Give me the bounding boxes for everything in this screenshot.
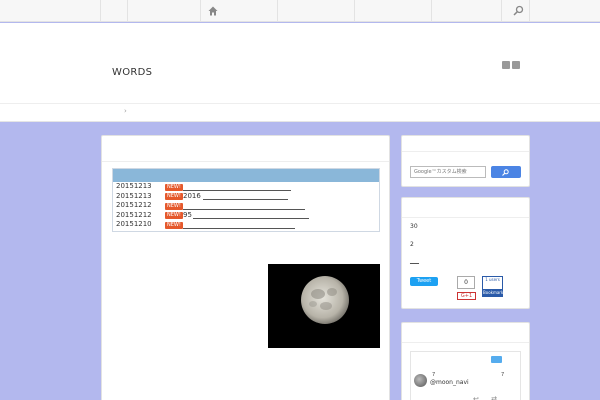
nav-item-4[interactable] <box>354 0 431 22</box>
main-content-card: 20151213 NEW! 20151213 NEW! 2016 2015121… <box>101 135 390 400</box>
avatar[interactable] <box>414 374 427 387</box>
widget-link[interactable]: ___ <box>410 257 419 264</box>
news-date: 20151212 <box>116 201 152 210</box>
news-item[interactable]: 20151212 NEW! <box>113 201 379 211</box>
news-item[interactable]: 20151210 NEW! <box>113 220 379 230</box>
breadcrumb: › <box>0 103 600 122</box>
news-link-underline[interactable] <box>183 189 291 191</box>
twitter-widget-header <box>402 323 529 343</box>
news-item[interactable]: 20151213 NEW! 2016 <box>113 192 379 202</box>
hatena-label: Bookmark <box>483 289 504 296</box>
news-link-underline[interactable] <box>203 199 288 201</box>
tweet-meta: 7 <box>501 372 505 378</box>
twitter-icon[interactable] <box>512 61 520 69</box>
news-date: 20151213 <box>116 182 152 190</box>
twitter-timeline: 7 7 @moon_navi ↩ ⇄ ♥ <box>410 351 521 400</box>
nav-item-5[interactable] <box>431 0 501 22</box>
hatena-count: 1 users <box>485 277 500 282</box>
profile-widget: 30 2 ___ Tweet 0 G+1 1 users Bookmark <box>401 197 530 309</box>
nav-item-1[interactable] <box>127 0 200 22</box>
twitter-bird-icon[interactable] <box>491 356 502 363</box>
share-count: 0 <box>457 276 475 289</box>
news-link-underline[interactable] <box>193 218 309 220</box>
rss-icon[interactable] <box>502 61 510 69</box>
news-item[interactable]: 20151212 NEW! 95 <box>113 211 379 221</box>
moon-photo[interactable] <box>268 264 380 348</box>
site-title[interactable]: WORDS <box>112 67 152 78</box>
twitter-widget: 7 7 @moon_navi ↩ ⇄ ♥ <box>401 322 530 400</box>
tweet-button[interactable]: Tweet <box>410 277 438 286</box>
nav-item-2[interactable] <box>200 0 277 22</box>
top-nav <box>0 0 600 22</box>
search-widget: Google™カスタム検索 <box>401 135 530 187</box>
widget-text: 2 <box>410 241 414 248</box>
nav-home-cell[interactable] <box>100 0 218 22</box>
news-item[interactable]: 20151213 NEW! <box>113 182 379 192</box>
search-icon <box>502 169 509 176</box>
tweet-actions[interactable]: ↩ ⇄ ♥ <box>473 395 520 400</box>
site-header: WORDS <box>0 23 600 103</box>
gplus-button[interactable]: G+1 <box>457 292 476 300</box>
tweet-meta: 7 <box>432 372 436 378</box>
hatena-bookmark-button[interactable]: 1 users Bookmark <box>482 276 503 297</box>
profile-widget-header <box>402 198 529 218</box>
new-badge: NEW! <box>165 212 183 220</box>
new-badge: NEW! <box>165 183 183 191</box>
search-button[interactable] <box>491 166 521 178</box>
news-title[interactable]: 95 <box>183 211 192 221</box>
news-list-header <box>113 169 379 182</box>
nav-item-3[interactable] <box>277 0 354 22</box>
search-icon[interactable] <box>513 5 524 16</box>
search-widget-header <box>402 136 529 152</box>
tweet-username[interactable]: @moon_navi <box>430 379 469 386</box>
news-date: 20151213 <box>116 191 152 200</box>
widget-text: 30 <box>410 223 418 230</box>
card-header <box>102 136 389 162</box>
news-link-underline[interactable] <box>183 227 295 229</box>
news-date: 20151212 <box>116 210 152 219</box>
news-date: 20151210 <box>116 220 152 229</box>
news-title[interactable]: 2016 <box>183 192 201 202</box>
nav-search-cell[interactable] <box>501 0 530 22</box>
news-list: 20151213 NEW! 20151213 NEW! 2016 2015121… <box>112 168 380 232</box>
breadcrumb-separator: › <box>124 107 127 115</box>
search-input[interactable]: Google™カスタム検索 <box>410 166 486 178</box>
new-badge: NEW! <box>165 221 183 229</box>
new-badge: NEW! <box>165 202 183 210</box>
news-link-underline[interactable] <box>183 208 305 210</box>
new-badge: NEW! <box>165 193 183 201</box>
